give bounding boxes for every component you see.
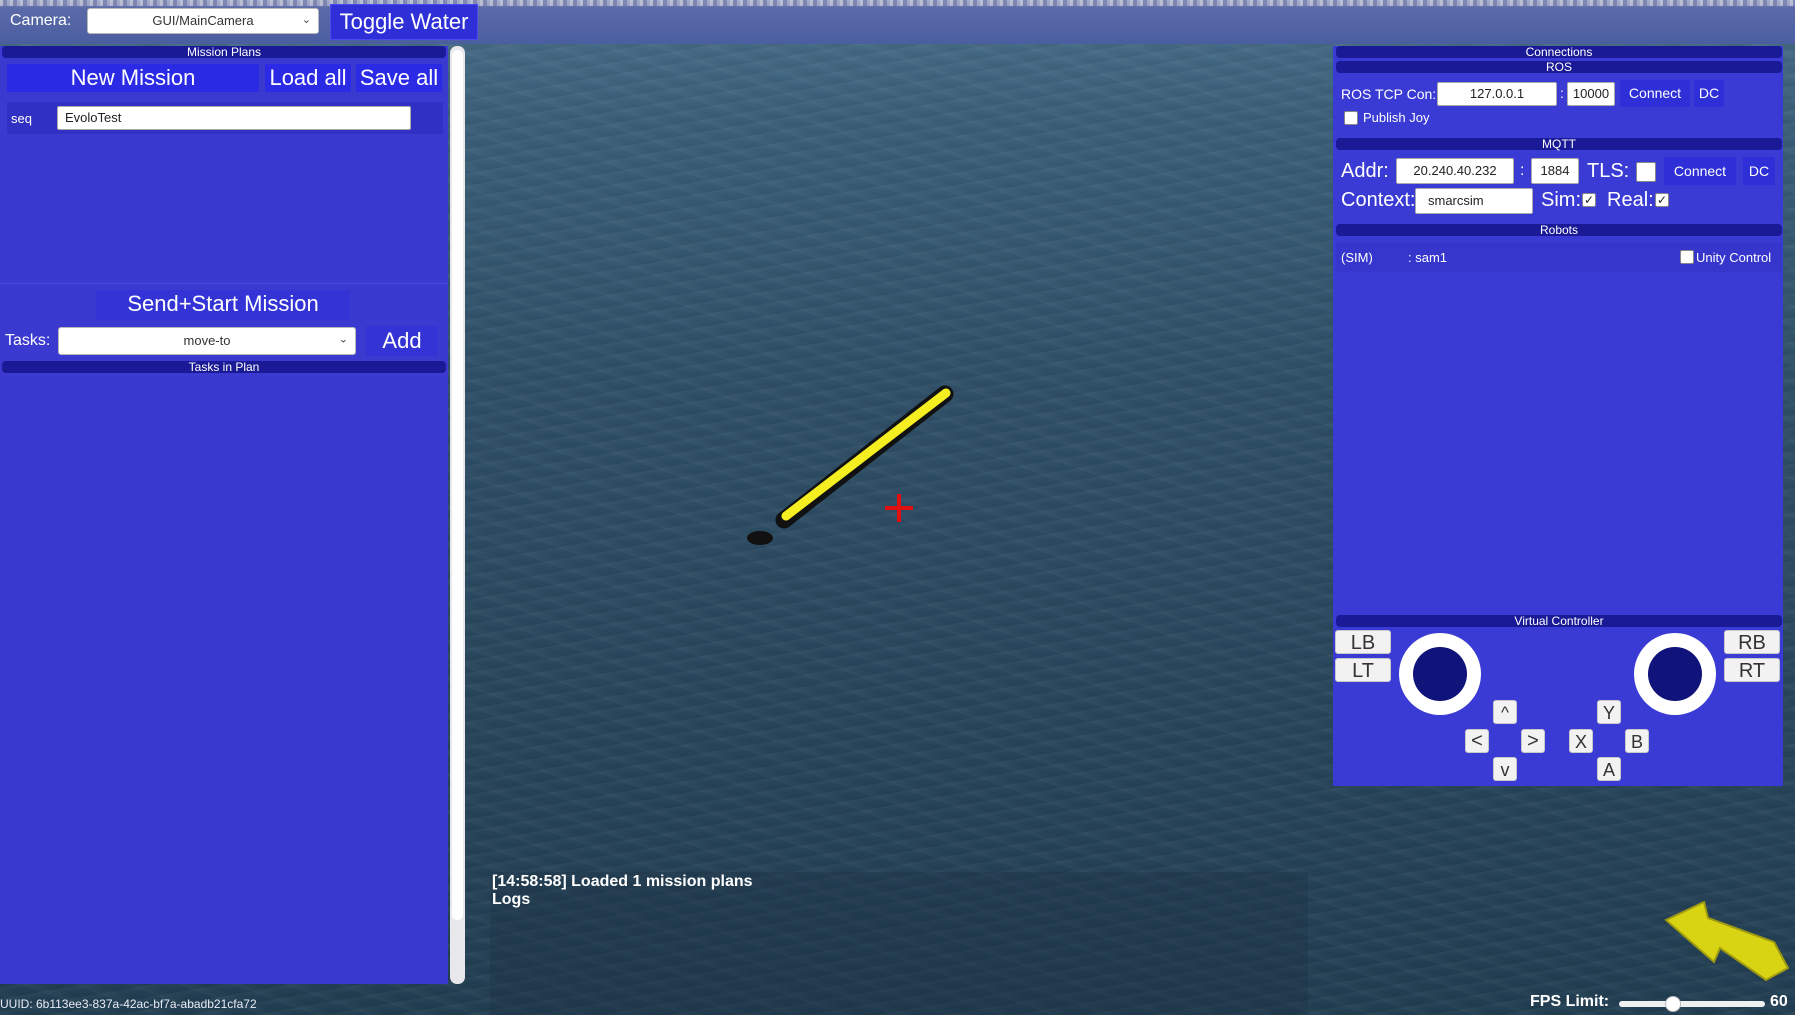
fps-slider[interactable] bbox=[1619, 996, 1765, 1012]
rb-button[interactable]: RB bbox=[1724, 630, 1780, 654]
toggle-water-button[interactable]: Toggle Water bbox=[330, 4, 478, 40]
uuid-label: UUID: 6b113ee3-837a-42ac-bf7a-abadb21cfa… bbox=[0, 997, 257, 1011]
dpad-left-button[interactable]: < bbox=[1465, 729, 1489, 753]
robot-name: : sam1 bbox=[1408, 250, 1448, 265]
y-button[interactable]: Y bbox=[1597, 700, 1621, 724]
plan-type-label: seq bbox=[11, 111, 32, 126]
dpad-up-button[interactable]: ^ bbox=[1493, 700, 1517, 724]
log-line: [14:58:58] Loaded 1 mission plans bbox=[492, 873, 753, 890]
chevron-down-icon: ⌄ bbox=[338, 333, 348, 346]
robots-header: Robots bbox=[1336, 224, 1782, 236]
ros-ip-input[interactable]: 127.0.0.1 bbox=[1437, 82, 1557, 106]
left-joystick-knob[interactable] bbox=[1413, 647, 1467, 701]
check-icon: ✓ bbox=[1656, 193, 1668, 207]
save-all-button[interactable]: Save all bbox=[356, 64, 442, 92]
b-button[interactable]: B bbox=[1625, 729, 1649, 753]
rt-button[interactable]: RT bbox=[1724, 658, 1780, 682]
a-button[interactable]: A bbox=[1597, 757, 1621, 781]
lb-button[interactable]: LB bbox=[1335, 630, 1391, 654]
mqtt-addr-input[interactable]: 20.240.40.232 bbox=[1396, 158, 1514, 184]
task-select[interactable]: move-to ⌄ bbox=[58, 327, 356, 355]
plan-name-input[interactable]: EvoloTest bbox=[57, 106, 411, 130]
ros-dc-button[interactable]: DC bbox=[1694, 80, 1724, 107]
left-joystick[interactable] bbox=[1399, 633, 1481, 715]
ros-tcp-label: ROS TCP Con: bbox=[1341, 86, 1437, 102]
mqtt-dc-button[interactable]: DC bbox=[1743, 157, 1775, 185]
connections-header: Connections bbox=[1336, 46, 1782, 58]
camera-label: Camera: bbox=[10, 12, 72, 29]
publish-joy-checkbox[interactable] bbox=[1344, 111, 1358, 125]
check-icon: ✓ bbox=[1583, 193, 1595, 207]
unity-control-label: Unity Control bbox=[1696, 250, 1772, 265]
dpad-right-button[interactable]: > bbox=[1521, 729, 1545, 753]
sim-checkbox[interactable]: ✓ bbox=[1582, 193, 1596, 207]
mqtt-header: MQTT bbox=[1336, 138, 1782, 150]
horizon-texture bbox=[0, 0, 1795, 6]
dpad-down-button[interactable]: v bbox=[1493, 757, 1517, 781]
new-mission-button[interactable]: New Mission bbox=[7, 64, 259, 92]
mqtt-connect-button[interactable]: Connect bbox=[1664, 157, 1736, 185]
real-checkbox[interactable]: ✓ bbox=[1655, 193, 1669, 207]
ros-connect-button[interactable]: Connect bbox=[1620, 80, 1690, 107]
task-select-value: move-to bbox=[183, 333, 231, 348]
scrollbar-thumb[interactable] bbox=[452, 50, 463, 920]
publish-joy-label: Publish Joy bbox=[1363, 110, 1430, 125]
right-joystick[interactable] bbox=[1634, 633, 1716, 715]
tasks-in-plan-header: Tasks in Plan bbox=[2, 361, 446, 373]
logs-panel[interactable]: [14:58:58] Loaded 1 mission plans Logs bbox=[490, 872, 1308, 1015]
mqtt-port-input[interactable]: 1884 bbox=[1531, 158, 1579, 184]
tasks-in-plan-list[interactable] bbox=[2, 375, 446, 983]
ros-port-separator: : bbox=[1560, 85, 1564, 101]
ros-port-input[interactable]: 10000 bbox=[1567, 82, 1615, 106]
send-start-mission-button[interactable]: Send+Start Mission bbox=[96, 290, 350, 320]
fps-value: 60 bbox=[1770, 993, 1788, 1010]
direction-arrow-icon bbox=[1664, 900, 1790, 982]
load-all-button[interactable]: Load all bbox=[265, 64, 351, 92]
context-input[interactable]: smarcsim bbox=[1415, 188, 1533, 214]
fps-limit-label: FPS Limit: bbox=[1530, 993, 1610, 1010]
fps-slider-thumb[interactable] bbox=[1665, 996, 1682, 1012]
camera-select-value: GUI/MainCamera bbox=[152, 13, 254, 28]
robot-row[interactable]: (SIM) : sam1 Unity Control bbox=[1336, 242, 1782, 272]
context-label: Context: bbox=[1341, 189, 1416, 211]
virtual-controller-header: Virtual Controller bbox=[1336, 615, 1782, 627]
mqtt-addr-label: Addr: bbox=[1341, 160, 1389, 182]
right-joystick-knob[interactable] bbox=[1648, 647, 1702, 701]
chevron-down-icon: ⌄ bbox=[301, 13, 311, 26]
x-button[interactable]: X bbox=[1569, 729, 1593, 753]
sim-label: Sim: bbox=[1541, 189, 1581, 211]
logs-title: Logs bbox=[492, 891, 531, 908]
mission-panel-scrollbar[interactable] bbox=[450, 46, 465, 984]
camera-select[interactable]: GUI/MainCamera ⌄ bbox=[87, 8, 319, 34]
lt-button[interactable]: LT bbox=[1335, 658, 1391, 682]
vehicle-icon bbox=[747, 385, 954, 545]
real-label: Real: bbox=[1607, 189, 1654, 211]
divider bbox=[0, 283, 448, 284]
mission-plan-row[interactable]: seq EvoloTest bbox=[7, 102, 443, 134]
unity-control-checkbox[interactable] bbox=[1680, 250, 1694, 264]
mission-plans-header: Mission Plans bbox=[2, 46, 446, 58]
crosshair-icon bbox=[885, 494, 913, 522]
tasks-label: Tasks: bbox=[5, 332, 51, 349]
robot-kind: (SIM) bbox=[1341, 250, 1373, 265]
ros-header: ROS bbox=[1336, 61, 1782, 73]
tls-label: TLS: bbox=[1587, 160, 1630, 182]
add-task-button[interactable]: Add bbox=[366, 326, 438, 356]
tls-checkbox[interactable] bbox=[1636, 162, 1656, 182]
mqtt-port-separator: : bbox=[1520, 162, 1525, 179]
